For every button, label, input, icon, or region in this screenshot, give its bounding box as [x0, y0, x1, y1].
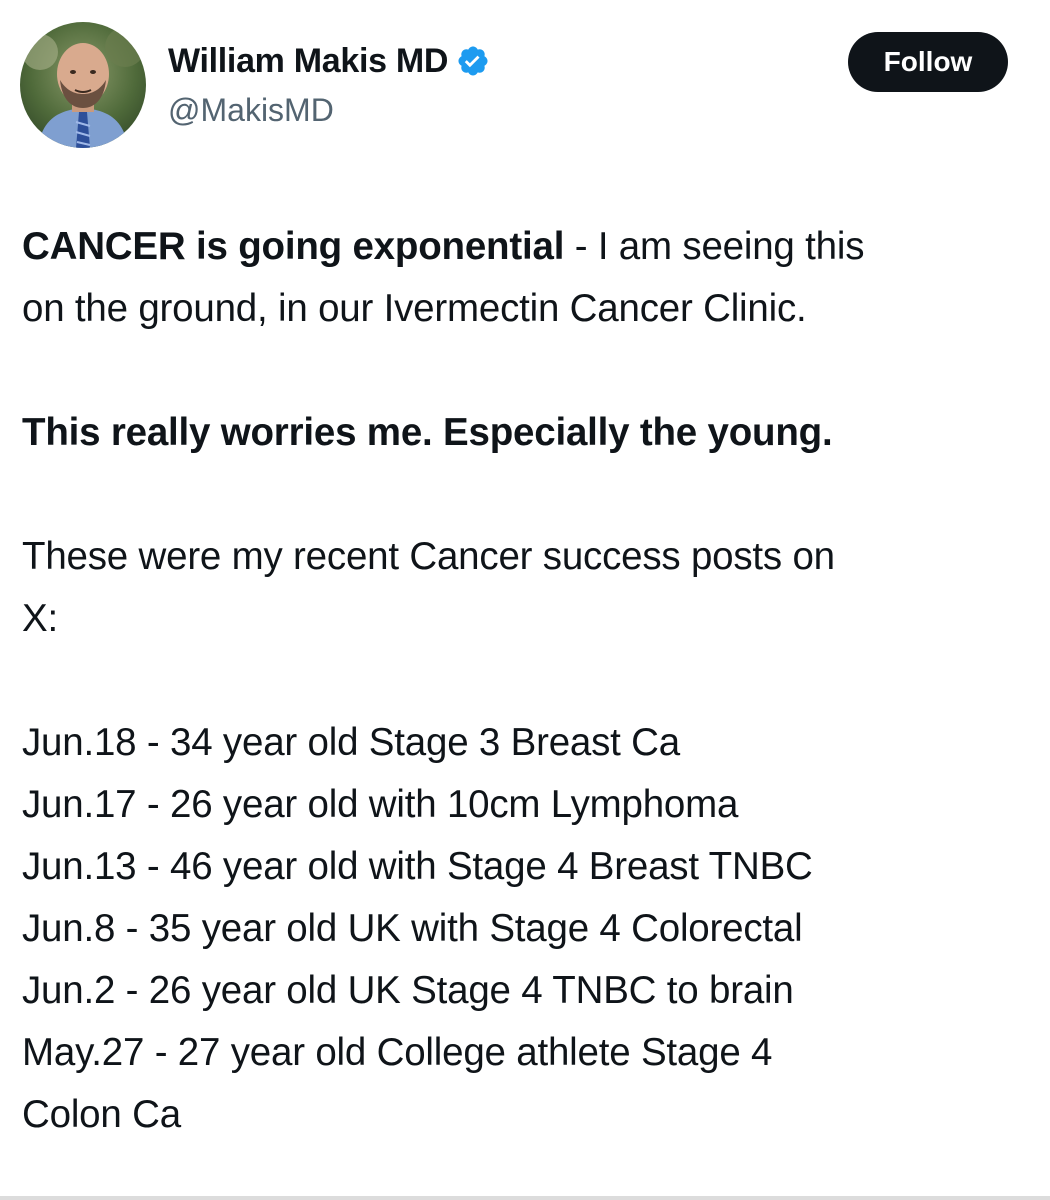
list-item: Jun.17 - 26 year old with 10cm Lymphoma [22, 783, 739, 826]
tweet-body: CANCER is going exponential - I am seein… [22, 216, 1032, 1146]
list-item: Colon Ca [22, 1093, 181, 1136]
divider [0, 1196, 1050, 1200]
list-item: Jun.2 - 26 year old UK Stage 4 TNBC to b… [22, 969, 794, 1012]
list-item: Jun.18 - 34 year old Stage 3 Breast Ca [22, 721, 680, 764]
list-item: Jun.13 - 46 year old with Stage 4 Breast… [22, 845, 813, 888]
paragraph-1: CANCER is going exponential - I am seein… [22, 216, 1032, 278]
avatar-image [20, 22, 146, 148]
paragraph-3-line-1: These were my recent Cancer success post… [22, 535, 835, 578]
tweet-card: William Makis MD @MakisMD Follow CANCER … [0, 0, 1050, 1200]
verified-badge-icon [456, 44, 490, 78]
tweet-header: William Makis MD @MakisMD Follow [20, 22, 1030, 150]
follow-button[interactable]: Follow [848, 32, 1008, 92]
paragraph-2-bold: This really worries me. Especially the y… [22, 411, 833, 454]
list-item: May.27 - 27 year old College athlete Sta… [22, 1031, 773, 1074]
paragraph-1-rest: - I am seeing this [564, 225, 865, 268]
author-display-name[interactable]: William Makis MD [168, 42, 448, 81]
author-handle[interactable]: @MakisMD [168, 92, 334, 129]
list-item: Jun.8 - 35 year old UK with Stage 4 Colo… [22, 907, 803, 950]
headline-bold: CANCER is going exponential [22, 225, 565, 268]
paragraph-1-line-2: on the ground, in our Ivermectin Cancer … [22, 287, 807, 330]
paragraph-3-line-2: X: [22, 597, 58, 640]
avatar[interactable] [20, 22, 146, 148]
author-name-row: William Makis MD [168, 38, 490, 84]
